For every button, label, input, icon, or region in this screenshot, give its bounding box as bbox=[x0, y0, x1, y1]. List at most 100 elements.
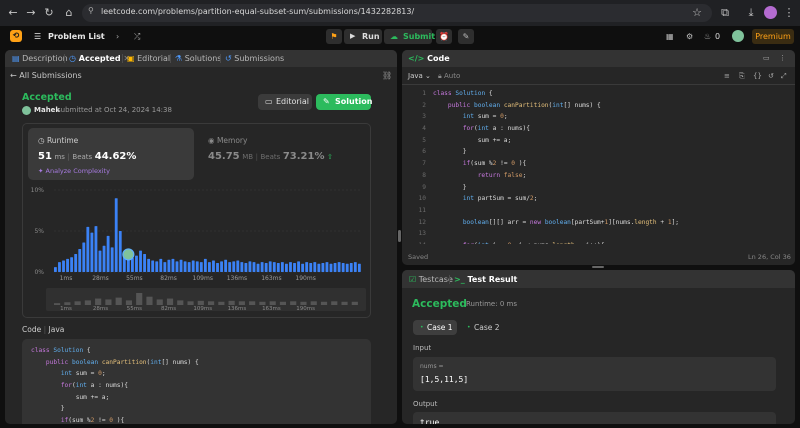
braces-icon[interactable]: {} bbox=[753, 72, 762, 80]
notes-icon[interactable]: ✎ bbox=[458, 29, 474, 44]
profile-avatar[interactable] bbox=[764, 6, 777, 19]
chart-bar bbox=[272, 262, 276, 272]
editor-line[interactable]: 11 bbox=[404, 205, 784, 217]
tab-submissions[interactable]: ↺ Submissions bbox=[225, 50, 284, 67]
editor-line[interactable]: 1 class Solution { bbox=[404, 88, 784, 100]
back-arrow-icon[interactable]: ← bbox=[6, 6, 20, 20]
bookmark-star-icon[interactable]: ☆ bbox=[690, 6, 704, 20]
tab-accepted[interactable]: ◷ Accepted ✕ bbox=[69, 50, 130, 67]
analyze-complexity-link[interactable]: ✦ Analyze Complexity bbox=[38, 167, 110, 175]
editor-line[interactable]: 13 bbox=[404, 228, 784, 240]
fullscreen-icon[interactable]: ⤢ bbox=[781, 72, 787, 81]
submit-label: Submit bbox=[403, 32, 436, 41]
site-info-icon[interactable]: ⚲ bbox=[88, 6, 98, 18]
editor-line[interactable]: 3 int sum = 0; bbox=[404, 111, 784, 123]
debug-icon[interactable]: ⚑ bbox=[326, 29, 342, 44]
case-2-tab[interactable]: • Case 2 bbox=[461, 320, 505, 335]
back-to-submissions-link[interactable]: ← All Submissions bbox=[10, 71, 82, 80]
code-editor[interactable]: 1 class Solution {2 public boolean canPar… bbox=[404, 88, 784, 244]
user-avatar[interactable] bbox=[732, 30, 744, 42]
home-icon[interactable]: ⌂ bbox=[62, 6, 76, 20]
editor-line[interactable]: 2 public boolean canPartition(int[] nums… bbox=[404, 100, 784, 112]
menu-kebab-icon[interactable]: ⋮ bbox=[782, 6, 796, 20]
shuffle-icon[interactable]: ⤮ bbox=[134, 29, 140, 44]
editorial-button[interactable]: ▭ Editorial bbox=[258, 94, 312, 110]
chevron-down-icon: ⌄ bbox=[425, 72, 431, 80]
editor-line[interactable]: 4 for(int a : nums){ bbox=[404, 123, 784, 135]
language-select-value: Java bbox=[408, 72, 423, 80]
forward-arrow-icon[interactable]: → bbox=[24, 6, 38, 20]
chart-bar bbox=[94, 226, 98, 272]
runtime-beats-value: 44.62% bbox=[94, 151, 137, 162]
editor-scrollbar[interactable] bbox=[787, 88, 792, 244]
editor-line[interactable]: 7 if(sum %2 != 0 ){ bbox=[404, 158, 784, 170]
submit-button[interactable]: ☁ Submit bbox=[384, 29, 436, 44]
chart-bar bbox=[82, 242, 86, 272]
chart-bar bbox=[54, 267, 57, 272]
timer-icon[interactable]: ⏰ bbox=[436, 29, 452, 44]
param-value: [1,5,11,5] bbox=[420, 375, 469, 384]
chart-bar bbox=[175, 261, 179, 272]
line-number: 5 bbox=[422, 136, 426, 144]
tab-accepted-label: Accepted bbox=[78, 54, 121, 63]
settings-gear-icon[interactable]: ⚙ bbox=[686, 29, 693, 44]
bookmark-icon[interactable]: ⎘ bbox=[739, 72, 745, 81]
memory-label[interactable]: ◉ Memory bbox=[208, 136, 247, 145]
range-slider-bar bbox=[290, 301, 297, 305]
problem-list-link[interactable]: Problem List bbox=[48, 29, 105, 44]
case-1-label: Case 1 bbox=[427, 323, 453, 332]
chart-bar bbox=[78, 249, 82, 272]
fire-streak-icon[interactable]: ♨ bbox=[704, 29, 711, 44]
chart-bar bbox=[139, 250, 142, 272]
chart-bar bbox=[236, 260, 240, 272]
tab-solutions[interactable]: ⚗ Solutions bbox=[175, 50, 221, 67]
editor-line[interactable]: 10 int partSum = sum/2; bbox=[404, 193, 784, 205]
runtime-distribution-chart[interactable]: 10% 5% 0% 1ms 28ms 55ms 82ms 109ms 136ms 163ms 190… bbox=[24, 183, 370, 315]
tab-editorial[interactable]: ▣ Editorial bbox=[127, 50, 170, 67]
editor-line[interactable]: 12 boolean[][] arr = new boolean[partSum… bbox=[404, 217, 784, 229]
code-section-label: Code bbox=[22, 325, 42, 334]
memory-chip-icon: ◉ bbox=[208, 136, 215, 145]
chart-bar bbox=[70, 257, 74, 272]
chart-bar bbox=[58, 262, 61, 272]
chart-bar bbox=[285, 263, 288, 272]
maximize-icon[interactable]: ▭ bbox=[763, 54, 770, 62]
range-slider-bar bbox=[238, 301, 245, 305]
share-link-icon[interactable]: ⛓ bbox=[382, 71, 392, 80]
chart-bar bbox=[240, 262, 244, 272]
tab-testcase[interactable]: ☑ Testcase bbox=[409, 271, 453, 288]
chart-bar bbox=[260, 262, 264, 272]
sparkle-icon: ✦ bbox=[38, 167, 44, 175]
leetcode-logo-icon[interactable]: ⟲ bbox=[10, 30, 22, 42]
premium-button[interactable]: Premium bbox=[752, 29, 794, 44]
editor-line[interactable]: 14 for(int i = 0; i < nums.length ; i++)… bbox=[404, 240, 784, 244]
editor-line[interactable]: 5 sum += a; bbox=[404, 135, 784, 147]
editor-line[interactable]: 9 } bbox=[404, 182, 784, 194]
language-select[interactable]: Java ⌄ bbox=[408, 72, 431, 80]
next-problem-icon[interactable]: › bbox=[116, 29, 119, 44]
layout-icon[interactable]: ▦ bbox=[666, 29, 674, 44]
vertical-splitter-handle[interactable] bbox=[398, 230, 401, 242]
chart-bar bbox=[86, 226, 90, 272]
range-slider-bar bbox=[279, 301, 287, 305]
reload-icon[interactable]: ↻ bbox=[42, 6, 56, 20]
chart-bar bbox=[118, 231, 122, 272]
solution-button[interactable]: ✎ Solution bbox=[316, 94, 372, 110]
run-button[interactable]: ▶ Run bbox=[344, 29, 382, 44]
tab-description[interactable]: ▤ Description bbox=[12, 50, 68, 67]
run-label: Run bbox=[362, 32, 380, 41]
reset-icon[interactable]: ↺ bbox=[768, 72, 774, 80]
case-1-tab[interactable]: • Case 1 bbox=[413, 320, 457, 335]
more-options-icon[interactable]: ⋮ bbox=[779, 54, 786, 62]
format-icon[interactable]: ≡ bbox=[724, 72, 730, 80]
tab-test-result[interactable]: >_ Test Result bbox=[454, 271, 517, 288]
editor-line[interactable]: 8 return false; bbox=[404, 170, 784, 182]
download-icon[interactable]: ⤓ bbox=[744, 6, 758, 20]
editor-line[interactable]: 6 } bbox=[404, 146, 784, 158]
range-slider-bar bbox=[74, 301, 81, 305]
horizontal-splitter-handle[interactable] bbox=[592, 266, 604, 268]
tab-code[interactable]: </> Code bbox=[408, 50, 450, 67]
prev-problem-icon[interactable]: ‹ bbox=[100, 29, 103, 44]
auto-mode-toggle[interactable]: 🔒︎ Auto bbox=[438, 72, 460, 81]
extensions-icon[interactable]: ⧉ bbox=[718, 6, 732, 20]
